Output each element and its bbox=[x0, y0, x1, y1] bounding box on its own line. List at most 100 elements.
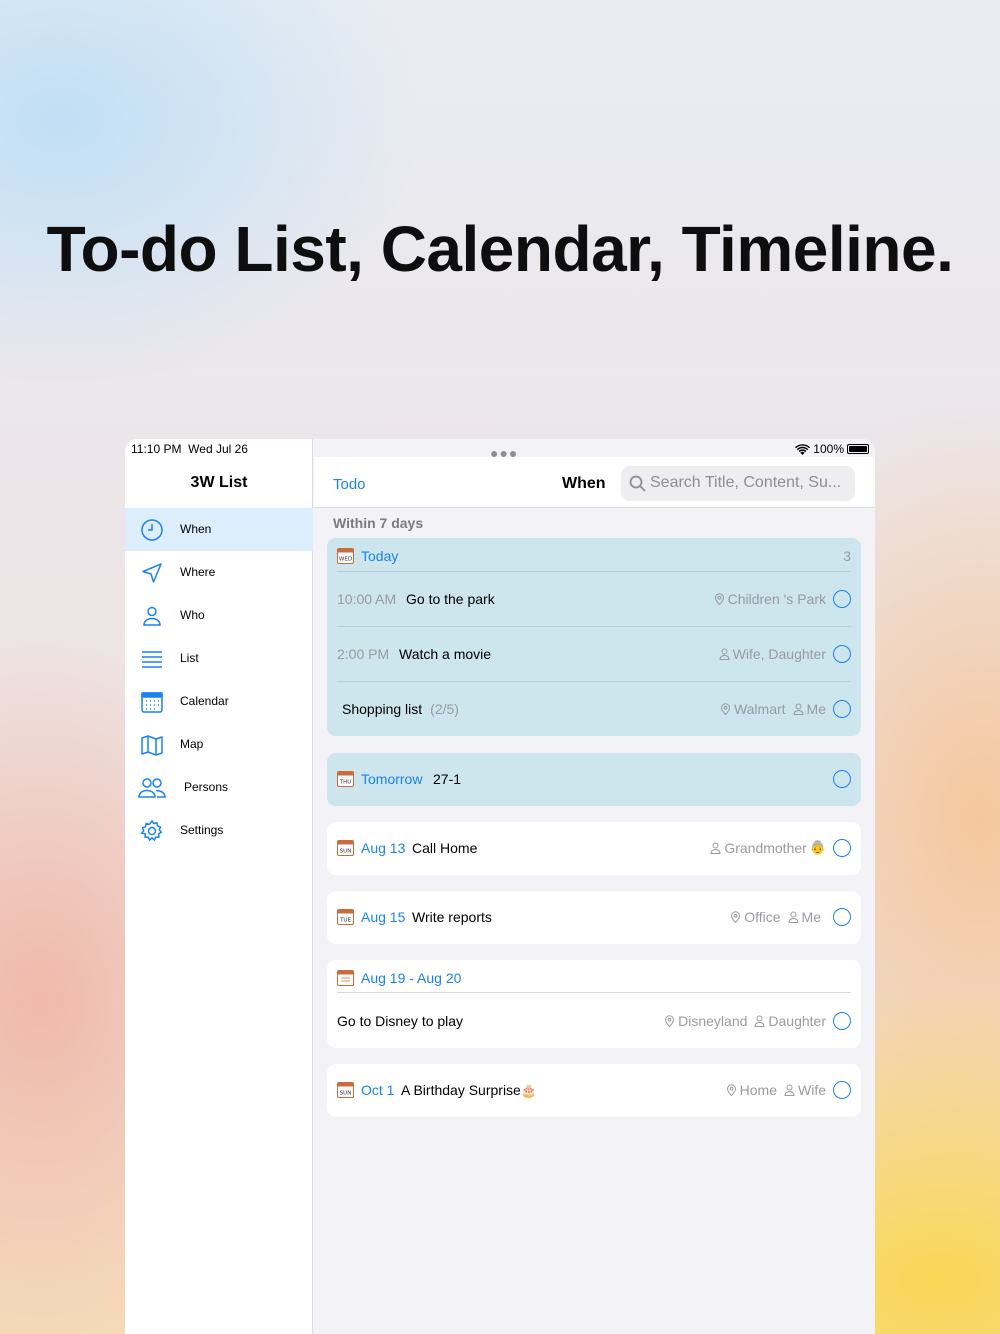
list-progress: (2/5) bbox=[430, 701, 459, 717]
persons-icon bbox=[138, 778, 166, 798]
battery-percent: 100% bbox=[813, 442, 844, 456]
task-card[interactable]: SUN Aug 13 Call Home Grandmother 👵 bbox=[327, 822, 861, 875]
person-icon bbox=[143, 606, 161, 626]
today-header-row[interactable]: WED Today 3 bbox=[327, 536, 861, 576]
wifi-icon bbox=[795, 443, 811, 455]
divider bbox=[337, 992, 851, 993]
sidebar-item-settings[interactable]: Settings bbox=[125, 809, 313, 852]
svg-text:TUE: TUE bbox=[339, 918, 351, 924]
item-count: 3 bbox=[843, 548, 851, 564]
sidebar-title: 3W List bbox=[190, 474, 248, 491]
date-label: Aug 13 bbox=[361, 840, 406, 856]
todo-back-button[interactable]: Todo bbox=[333, 476, 366, 493]
search-icon bbox=[629, 475, 646, 492]
task-row[interactable]: SUN Oct 1 A Birthday Surprise🎂 Home Wife bbox=[327, 1070, 861, 1110]
calendar-wed-icon: WED bbox=[337, 548, 354, 564]
status-indicators: 100% bbox=[795, 442, 869, 456]
sidebar-item-calendar[interactable]: Calendar bbox=[125, 680, 313, 723]
task-title: Go to the park bbox=[406, 591, 495, 607]
divider bbox=[337, 626, 851, 627]
sidebar-item-where[interactable]: Where bbox=[125, 551, 313, 594]
task-row[interactable]: Go to Disney to play Disneyland Daughter bbox=[327, 1001, 861, 1041]
complete-checkbox[interactable] bbox=[833, 645, 851, 663]
calendar-sun-icon: SUN bbox=[337, 1082, 354, 1098]
person-small-icon bbox=[784, 1084, 795, 1096]
range-card[interactable]: Aug 19 - Aug 20 Go to Disney to play Dis… bbox=[327, 960, 861, 1048]
task-row[interactable]: 10:00 AM Go to the park Children 's Park bbox=[327, 579, 861, 619]
task-row[interactable]: SUN Aug 13 Call Home Grandmother 👵 bbox=[327, 828, 861, 868]
complete-checkbox[interactable] bbox=[833, 700, 851, 718]
task-card[interactable]: TUE Aug 15 Write reports Office Me bbox=[327, 891, 861, 944]
date-label: Aug 19 - Aug 20 bbox=[361, 970, 462, 986]
complete-checkbox[interactable] bbox=[833, 770, 851, 788]
task-title: Call Home bbox=[412, 840, 478, 856]
task-row[interactable]: TUE Aug 15 Write reports Office Me bbox=[327, 897, 861, 937]
calendar-icon bbox=[337, 970, 354, 986]
date-label: Oct 1 bbox=[361, 1082, 395, 1098]
task-meta: Disneyland Daughter bbox=[664, 1013, 826, 1029]
complete-checkbox[interactable] bbox=[833, 908, 851, 926]
sidebar: 11:10 PM Wed Jul 26 3W List When Where W… bbox=[125, 439, 313, 1334]
battery-icon bbox=[847, 444, 869, 454]
calendar-thu-icon: THU bbox=[337, 771, 354, 787]
location-pin-icon bbox=[665, 1015, 675, 1027]
task-row[interactable]: THU Tomorrow 27-1 bbox=[327, 759, 861, 799]
date-label: Today bbox=[361, 548, 399, 564]
gear-icon bbox=[140, 819, 163, 842]
divider bbox=[337, 681, 851, 682]
sidebar-item-who[interactable]: Who bbox=[125, 594, 313, 637]
search-field[interactable] bbox=[621, 466, 855, 501]
svg-text:SUN: SUN bbox=[340, 1091, 352, 1097]
complete-checkbox[interactable] bbox=[833, 839, 851, 857]
sidebar-item-label: Where bbox=[180, 565, 216, 579]
task-title: A Birthday Surprise🎂 bbox=[401, 1082, 538, 1098]
headline: To-do List, Calendar, Timeline. bbox=[46, 213, 954, 285]
sidebar-item-list[interactable]: List bbox=[125, 637, 313, 680]
sidebar-item-label: Who bbox=[180, 608, 205, 622]
ipad-screen: 11:10 PM Wed Jul 26 3W List When Where W… bbox=[125, 439, 875, 1334]
location-arrow-icon bbox=[142, 563, 162, 583]
today-card: WED Today 3 10:00 AM Go to the park Chil… bbox=[327, 538, 861, 736]
cake-emoji: 🎂 bbox=[520, 1083, 538, 1098]
person-small-icon bbox=[793, 703, 804, 715]
map-icon bbox=[141, 735, 163, 756]
task-row[interactable]: 2:00 PM Watch a movie Wife, Daughter bbox=[327, 634, 861, 674]
calendar-icon bbox=[141, 692, 163, 713]
person-small-icon bbox=[788, 911, 799, 923]
date-label: Tomorrow bbox=[361, 771, 423, 787]
task-meta: Children 's Park bbox=[714, 591, 826, 607]
status-time: 11:10 PM Wed Jul 26 bbox=[131, 442, 248, 456]
complete-checkbox[interactable] bbox=[833, 1081, 851, 1099]
sidebar-item-label: Settings bbox=[180, 823, 224, 837]
divider bbox=[337, 571, 851, 572]
date-label: Aug 15 bbox=[361, 909, 406, 925]
person-small-icon bbox=[710, 842, 721, 854]
task-title: Shopping list (2/5) bbox=[342, 701, 459, 717]
task-meta: Home Wife bbox=[726, 1082, 826, 1098]
task-time: 2:00 PM bbox=[337, 646, 390, 662]
list-icon bbox=[142, 651, 162, 668]
section-header: Within 7 days bbox=[333, 515, 424, 531]
search-input[interactable] bbox=[650, 472, 850, 494]
task-meta: Grandmother 👵 bbox=[710, 840, 826, 856]
task-meta: Office Me bbox=[730, 909, 821, 925]
sidebar-item-label: Map bbox=[180, 737, 204, 751]
complete-checkbox[interactable] bbox=[833, 1012, 851, 1030]
task-meta: Walmart Me bbox=[720, 701, 826, 717]
sidebar-item-persons[interactable]: Persons bbox=[125, 766, 313, 809]
task-card[interactable]: SUN Oct 1 A Birthday Surprise🎂 Home Wife bbox=[327, 1064, 861, 1117]
sidebar-item-label: Calendar bbox=[180, 694, 229, 708]
sidebar-item-map[interactable]: Map bbox=[125, 723, 313, 766]
complete-checkbox[interactable] bbox=[833, 590, 851, 608]
task-title: Write reports bbox=[412, 909, 492, 925]
clock-icon bbox=[141, 519, 163, 541]
sidebar-item-label: When bbox=[180, 522, 212, 536]
task-row[interactable]: Shopping list (2/5) Walmart Me bbox=[327, 689, 861, 729]
tomorrow-card[interactable]: THU Tomorrow 27-1 bbox=[327, 753, 861, 806]
svg-text:SUN: SUN bbox=[340, 849, 352, 855]
person-small-icon bbox=[754, 1015, 765, 1027]
sidebar-item-when[interactable]: When bbox=[125, 508, 313, 551]
location-pin-icon bbox=[726, 1084, 736, 1096]
main-pane: ●●● 100% Todo When Within 7 days WED Tod… bbox=[314, 439, 875, 1334]
grandmother-emoji: 👵 bbox=[809, 840, 826, 855]
